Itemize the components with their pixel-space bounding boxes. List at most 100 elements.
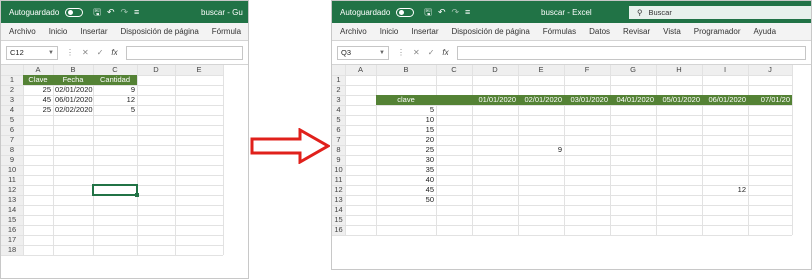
autosave-toggle[interactable]	[65, 7, 84, 17]
cancel-icon[interactable]: ✕	[82, 48, 89, 57]
row-header-15[interactable]: 15	[332, 215, 345, 225]
worksheet-grid[interactable]: A B C D E F G H I J 1 2 3 4 5 6 7 8 9 10 11 12 13 14 15 16 clave 01…	[332, 65, 811, 269]
column-header-h[interactable]: H	[656, 65, 702, 75]
row-header-4[interactable]: 4	[332, 105, 345, 115]
row-header-9[interactable]: 9	[332, 155, 345, 165]
clave-cell[interactable]: 40	[376, 175, 436, 185]
table-header-cell[interactable]: Fecha	[53, 75, 93, 85]
row-header-5[interactable]: 5	[1, 115, 23, 125]
row-header-18[interactable]: 18	[1, 245, 23, 255]
column-header-c[interactable]: C	[436, 65, 472, 75]
row-header-11[interactable]: 11	[332, 175, 345, 185]
column-header-f[interactable]: F	[564, 65, 610, 75]
row-header-3[interactable]: 3	[332, 95, 345, 105]
table-header-cell[interactable]: Cantidad	[93, 75, 137, 85]
row-header-8[interactable]: 8	[332, 145, 345, 155]
row-header-10[interactable]: 10	[332, 165, 345, 175]
row-header-5[interactable]: 5	[332, 115, 345, 125]
search-box[interactable]: ⚲ Buscar	[629, 6, 811, 19]
table-cell[interactable]: 25	[23, 85, 53, 95]
save-icon[interactable]: 🖫	[424, 7, 432, 17]
column-header-d[interactable]: D	[472, 65, 518, 75]
table-cell[interactable]: 9	[93, 85, 137, 95]
ribbon-tab[interactable]: Ayuda	[753, 27, 776, 36]
date-header-cell[interactable]: 07/01/20	[748, 95, 792, 105]
row-header-13[interactable]: 13	[332, 195, 345, 205]
clave-cell[interactable]: 10	[376, 115, 436, 125]
row-header-9[interactable]: 9	[1, 155, 23, 165]
selected-cell[interactable]	[92, 184, 139, 197]
row-header-4[interactable]: 4	[1, 105, 23, 115]
row-header-3[interactable]: 3	[1, 95, 23, 105]
date-header-cell[interactable]: 06/01/2020	[702, 95, 748, 105]
column-header-a[interactable]: A	[23, 65, 53, 75]
clave-cell[interactable]: 20	[376, 135, 436, 145]
row-header-7[interactable]: 7	[332, 135, 345, 145]
save-icon[interactable]: 🖫	[93, 7, 101, 17]
row-header-2[interactable]: 2	[332, 85, 345, 95]
undo-icon[interactable]: ↶	[438, 7, 446, 17]
row-header-2[interactable]: 2	[1, 85, 23, 95]
clave-cell[interactable]: 25	[376, 145, 436, 155]
row-header-11[interactable]: 11	[1, 175, 23, 185]
table-cell[interactable]: 02/02/2020	[53, 105, 93, 115]
formula-input[interactable]	[125, 45, 243, 60]
name-box[interactable]: Q3 ▼	[337, 45, 389, 60]
table-cell[interactable]: 45	[23, 95, 53, 105]
select-all-corner[interactable]	[1, 65, 23, 75]
column-header-c[interactable]: C	[93, 65, 137, 75]
ribbon-tab[interactable]: Programador	[694, 27, 741, 36]
customize-qat-icon[interactable]: ≡	[465, 7, 470, 17]
insert-function-icon[interactable]: fx	[442, 48, 448, 57]
row-header-1[interactable]: 1	[332, 75, 345, 85]
ribbon-tab[interactable]: Fórmula	[212, 27, 241, 36]
name-box[interactable]: C12 ▼	[6, 45, 58, 60]
ribbon-tab[interactable]: Insertar	[80, 27, 107, 36]
row-header-14[interactable]: 14	[1, 205, 23, 215]
table-header-cell[interactable]: Clave	[23, 75, 53, 85]
column-header-j[interactable]: J	[748, 65, 792, 75]
row-header-7[interactable]: 7	[1, 135, 23, 145]
chevron-down-icon[interactable]: ▼	[48, 50, 54, 56]
ribbon-tab[interactable]: Inicio	[49, 27, 68, 36]
ribbon-tab[interactable]: Datos	[589, 27, 610, 36]
date-header-cell[interactable]: 05/01/2020	[656, 95, 702, 105]
clave-cell[interactable]: 15	[376, 125, 436, 135]
select-all-corner[interactable]	[332, 65, 345, 75]
formula-input[interactable]	[456, 45, 806, 60]
ribbon-tab[interactable]: Revisar	[623, 27, 650, 36]
table-cell[interactable]: 06/01/2020	[53, 95, 93, 105]
row-header-12[interactable]: 12	[1, 185, 23, 195]
ribbon-tab[interactable]: Archivo	[340, 27, 367, 36]
table-cell[interactable]: 25	[23, 105, 53, 115]
enter-icon[interactable]: ✓	[97, 48, 104, 57]
row-header-16[interactable]: 16	[332, 225, 345, 235]
date-header-cell[interactable]: 03/01/2020	[564, 95, 610, 105]
insert-function-icon[interactable]: fx	[111, 48, 117, 57]
ribbon-tab[interactable]: Archivo	[9, 27, 36, 36]
clave-cell[interactable]: 35	[376, 165, 436, 175]
ribbon-tab[interactable]: Insertar	[411, 27, 438, 36]
column-header-e[interactable]: E	[518, 65, 564, 75]
row-header-8[interactable]: 8	[1, 145, 23, 155]
date-header-cell[interactable]: 04/01/2020	[610, 95, 656, 105]
ribbon-tab[interactable]: Disposición de página	[452, 27, 530, 36]
column-header-b[interactable]: B	[53, 65, 93, 75]
ribbon-tab[interactable]: Fórmulas	[543, 27, 576, 36]
customize-qat-icon[interactable]: ≡	[134, 7, 139, 17]
ribbon-tab[interactable]: Inicio	[380, 27, 399, 36]
clave-cell[interactable]: 30	[376, 155, 436, 165]
value-cell-e8[interactable]: 9	[518, 145, 564, 155]
clave-cell[interactable]: 50	[376, 195, 436, 205]
row-header-1[interactable]: 1	[1, 75, 23, 85]
row-header-12[interactable]: 12	[332, 185, 345, 195]
ribbon-tab[interactable]: Disposición de página	[121, 27, 199, 36]
autosave-toggle[interactable]	[396, 7, 415, 17]
clave-header-cell[interactable]: clave	[376, 95, 436, 105]
cancel-icon[interactable]: ✕	[413, 48, 420, 57]
clave-cell[interactable]: 5	[376, 105, 436, 115]
date-header-cell[interactable]: 01/01/2020	[472, 95, 518, 105]
column-header-b[interactable]: B	[376, 65, 436, 75]
row-header-16[interactable]: 16	[1, 225, 23, 235]
column-header-g[interactable]: G	[610, 65, 656, 75]
